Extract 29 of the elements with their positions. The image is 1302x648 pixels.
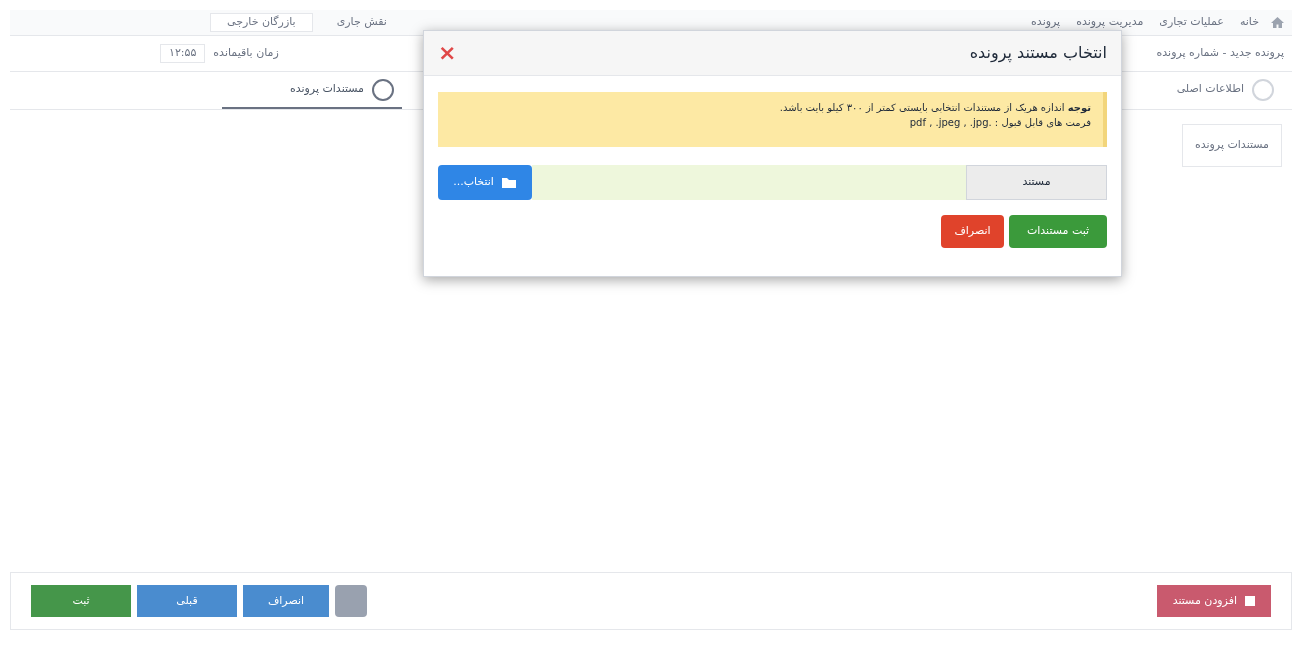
- browse-button[interactable]: انتخاب...: [438, 165, 532, 200]
- page-heading: پرونده جدید - شماره پرونده: [1155, 45, 1285, 62]
- step-icon: [372, 78, 394, 101]
- dialog-title: انتخاب مستند پرونده: [969, 42, 1107, 65]
- submit-button[interactable]: ثبت مستندات: [1009, 215, 1107, 248]
- action-button[interactable]: انصراف: [243, 585, 329, 617]
- step-icon: [1252, 78, 1274, 101]
- folder-icon: [501, 176, 517, 189]
- timer-label: زمان باقیمانده: [213, 45, 279, 62]
- timer-value: ۱۲:۵۵: [160, 44, 206, 63]
- file-input-field[interactable]: [532, 165, 966, 200]
- panel-title: مستندات پرونده: [1181, 124, 1282, 167]
- action-button[interactable]: قبلی: [137, 585, 237, 617]
- role-field[interactable]: بازرگان خارجی: [210, 13, 313, 32]
- breadcrumb-link[interactable]: عملیات تجاری: [1155, 14, 1228, 31]
- breadcrumb-link[interactable]: خانه: [1235, 14, 1263, 31]
- field-label: مستند: [966, 165, 1107, 200]
- action-button[interactable]: ثبت: [31, 585, 131, 617]
- step-tab[interactable]: مستندات پرونده: [222, 72, 402, 109]
- alert-text: توجه اندازه هریک از مستندات انتخابی بایستی کمتر از ۳۰۰ کیلو بایت باشد.: [778, 101, 1091, 115]
- home-icon[interactable]: [1271, 17, 1284, 28]
- step-tab[interactable]: اطلاعات اصلی: [1102, 72, 1282, 109]
- cancel-button[interactable]: انصراف: [941, 215, 1004, 248]
- close-button[interactable]: ×: [438, 42, 457, 64]
- add-document-button[interactable]: افزودن مستند: [1156, 584, 1271, 618]
- breadcrumb-link[interactable]: پرونده: [1027, 14, 1065, 31]
- breadcrumb-link[interactable]: مدیریت پرونده: [1072, 14, 1148, 31]
- role-label: نقش جاری: [336, 14, 387, 31]
- alert-text: فرمت های قابل قبول : .pdf , .jpeg , .jpg: [908, 116, 1091, 130]
